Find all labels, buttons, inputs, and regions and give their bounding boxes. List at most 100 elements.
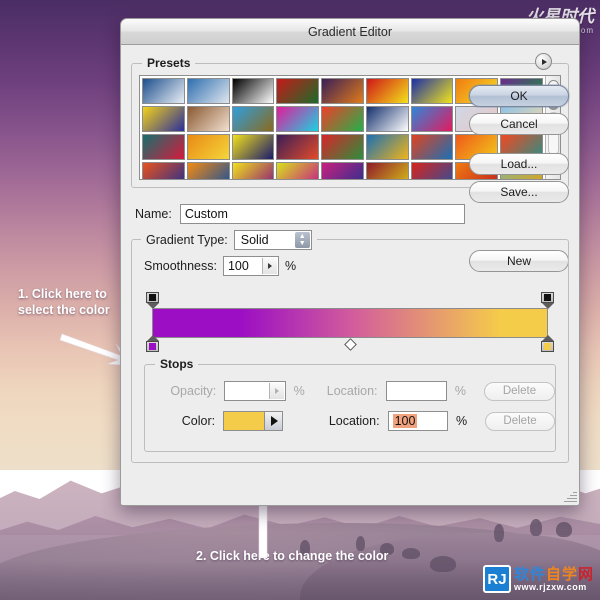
watermark-bottom-name: 软件自学网 <box>513 565 594 583</box>
preset-swatch[interactable] <box>186 134 230 160</box>
color-label: Color: <box>181 414 216 428</box>
ok-button[interactable]: OK <box>469 85 569 107</box>
gradient-midpoint-icon[interactable] <box>343 338 357 351</box>
preset-swatch[interactable] <box>142 106 185 132</box>
preset-swatch[interactable] <box>276 106 320 132</box>
triangle-right-icon <box>271 416 279 426</box>
disclosure-triangle-icon <box>542 58 547 65</box>
preset-swatch[interactable] <box>321 106 364 132</box>
gradient-type-legend-wrap: Gradient Type: Solid ▲ ▼ <box>141 230 317 250</box>
color-swatch-fill <box>224 412 265 430</box>
tree <box>556 522 572 537</box>
watermark-bottom-url: www.rjzxw.com <box>513 581 587 592</box>
preset-swatch[interactable] <box>276 162 320 179</box>
name-label: Name: <box>135 207 172 221</box>
color-swatch-button[interactable] <box>223 411 284 431</box>
save-button[interactable]: Save... <box>469 181 569 203</box>
opacity-delete-button[interactable]: Delete <box>483 381 555 401</box>
color-stop-row: Color: Location: 100 % Delete <box>145 411 555 431</box>
preset-swatch[interactable] <box>365 162 409 179</box>
preset-swatch[interactable] <box>142 78 185 104</box>
preset-swatch[interactable] <box>186 162 230 179</box>
watermark-bottom-right: RJ 软件自学网 www.rjzxw.com <box>482 564 594 594</box>
smoothness-popup-button[interactable] <box>261 258 277 274</box>
dialog-action-buttons: OK Cancel Load... Save... <box>469 85 569 203</box>
triangle-right-icon <box>267 263 272 269</box>
opacity-input[interactable] <box>224 381 286 401</box>
opacity-location-input[interactable] <box>385 381 447 401</box>
load-button[interactable]: Load... <box>469 153 569 175</box>
presets-menu-icon[interactable] <box>535 53 552 70</box>
color-delete-button[interactable]: Delete <box>485 411 555 431</box>
gradient-type-select[interactable]: Solid ▲ ▼ <box>233 230 312 250</box>
preset-swatch[interactable] <box>321 78 364 104</box>
stops-legend: Stops <box>155 357 199 371</box>
smoothness-label: Smoothness: <box>144 259 217 273</box>
preset-swatch[interactable] <box>321 162 364 179</box>
opacity-stop-row: Opacity: % Location: % Delete <box>145 381 555 401</box>
dialog-titlebar[interactable]: Gradient Editor <box>121 19 579 45</box>
watermark-logo-badge: RJ <box>482 565 511 593</box>
preset-swatch[interactable] <box>142 134 185 160</box>
color-location-value: 100 <box>392 414 418 428</box>
tree <box>530 519 542 536</box>
preset-swatch[interactable] <box>231 78 275 104</box>
annotation-step-2: 2. Click here to change the color <box>196 549 389 563</box>
smoothness-input[interactable]: 100 <box>222 256 279 276</box>
preset-swatch[interactable] <box>231 134 275 160</box>
smoothness-row: Smoothness: 100 % <box>144 256 568 276</box>
preset-swatch[interactable] <box>231 162 275 179</box>
color-location-unit: % <box>455 414 468 428</box>
preset-swatch[interactable] <box>276 78 320 104</box>
opacity-label: Opacity: <box>170 384 217 398</box>
opacity-stop-chip <box>541 292 554 303</box>
color-location-label: Location: <box>328 414 380 428</box>
color-location-input[interactable]: 100 <box>387 411 448 431</box>
screenshot-root: 1. Click here to select the color 2. Cli… <box>0 0 600 600</box>
preset-swatch[interactable] <box>365 78 409 104</box>
gradient-type-group: Gradient Type: Solid ▲▼ Smoothness: 100 <box>131 230 569 463</box>
opacity-stop-chip <box>146 292 159 303</box>
color-popup-button[interactable] <box>264 412 283 430</box>
preset-swatch[interactable] <box>410 162 454 179</box>
opacity-stop-right[interactable] <box>541 292 554 309</box>
annotation-step-1: 1. Click here to select the color <box>18 287 110 317</box>
name-input[interactable]: Custom <box>179 204 465 224</box>
preset-swatch[interactable] <box>231 106 275 132</box>
opacity-unit: % <box>293 384 305 398</box>
stepper-arrows-icon[interactable]: ▲ ▼ <box>294 232 310 248</box>
stops-group: Stops Opacity: % Location: % Delete Colo… <box>144 357 556 452</box>
tree <box>402 548 420 559</box>
preset-swatch[interactable] <box>365 134 409 160</box>
smoothness-unit: % <box>284 259 297 273</box>
preset-swatch[interactable] <box>321 134 364 160</box>
preset-swatch[interactable] <box>410 134 454 160</box>
dialog-title: Gradient Editor <box>307 24 393 39</box>
preset-swatch[interactable] <box>276 134 320 160</box>
resize-grip-icon[interactable] <box>564 490 577 503</box>
dialog-body: Presets ▲ ▼ OK Cancel <box>121 45 579 463</box>
opacity-location-unit: % <box>454 384 466 398</box>
preset-swatch[interactable] <box>365 106 409 132</box>
preset-swatch[interactable] <box>142 162 185 179</box>
gradient-type-label: Gradient Type: <box>146 233 228 247</box>
presets-legend: Presets <box>142 56 196 70</box>
color-stop-left[interactable] <box>146 335 159 352</box>
gradient-editor-dialog: Gradient Editor Presets ▲ ▼ <box>120 18 580 506</box>
preset-swatch[interactable] <box>410 78 454 104</box>
color-stop-chip <box>146 341 159 352</box>
gradient-type-value: Solid <box>240 233 269 247</box>
name-row: Name: Custom <box>131 204 569 224</box>
gradient-preview-bar[interactable] <box>152 308 548 338</box>
opacity-stop-left[interactable] <box>146 292 159 309</box>
triangle-right-icon <box>274 388 279 394</box>
opacity-popup-button[interactable] <box>268 383 284 399</box>
cancel-button[interactable]: Cancel <box>469 113 569 135</box>
opacity-location-label: Location: <box>326 384 378 398</box>
preset-swatch[interactable] <box>186 78 230 104</box>
tree <box>494 524 504 542</box>
color-stop-chip <box>541 341 554 352</box>
preset-swatch[interactable] <box>410 106 454 132</box>
color-stop-right[interactable] <box>541 335 554 352</box>
preset-swatch[interactable] <box>186 106 230 132</box>
